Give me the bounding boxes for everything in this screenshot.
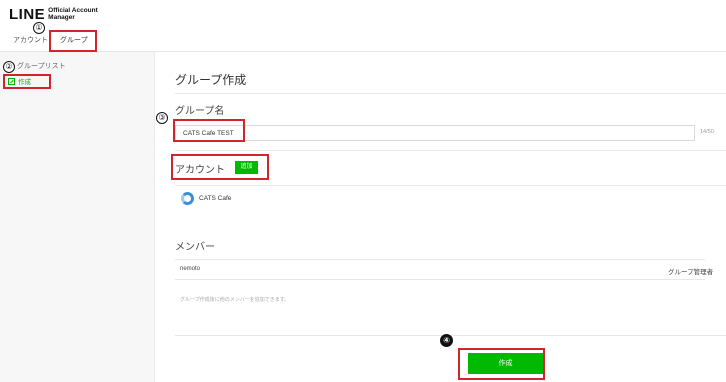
annotation-number-2: ② bbox=[3, 61, 15, 73]
member-hint: グループ作成後に他のメンバーを追加できます。 bbox=[180, 297, 290, 303]
top-header: LINE Official Account Manager アカウント グループ bbox=[0, 0, 726, 52]
divider bbox=[175, 185, 726, 186]
tab-account[interactable]: アカウント bbox=[13, 35, 48, 45]
sidebar: グループリスト 作成 bbox=[0, 52, 155, 382]
annotation-number-3: ③ bbox=[156, 112, 168, 124]
header-tabs: アカウント グループ bbox=[0, 33, 200, 52]
add-account-button[interactable]: 追加 bbox=[235, 161, 258, 174]
account-name: CATS Cafe bbox=[199, 195, 232, 202]
account-item: CATS Cafe bbox=[181, 192, 231, 205]
group-name-counter: 14/50 bbox=[700, 129, 714, 135]
line-oam-logo[interactable]: LINE Official Account Manager bbox=[9, 5, 98, 23]
main-content: グループ作成 グループ名 14/50 アカウント 追加 CATS Cafe メン… bbox=[156, 52, 726, 382]
logo-subtitle-line2: Manager bbox=[48, 14, 75, 21]
sidebar-title: グループリスト bbox=[17, 63, 66, 70]
divider bbox=[175, 259, 705, 260]
logo-subtitle: Official Account Manager bbox=[48, 7, 98, 21]
group-name-input[interactable] bbox=[175, 125, 695, 141]
app-root: LINE Official Account Manager アカウント グループ… bbox=[0, 0, 726, 382]
member-role: グループ管理者 bbox=[668, 269, 714, 276]
sidebar-item-create[interactable]: 作成 bbox=[8, 76, 31, 86]
member-label: メンバー bbox=[175, 242, 215, 253]
sidebar-item-label: 作成 bbox=[18, 79, 31, 86]
group-name-label: グループ名 bbox=[175, 106, 225, 117]
annotation-number-1: ① bbox=[33, 22, 45, 34]
account-label: アカウント bbox=[175, 165, 225, 176]
account-avatar bbox=[181, 192, 194, 205]
divider bbox=[175, 279, 705, 280]
logo-subtitle-line1: Official Account bbox=[48, 7, 98, 14]
edit-icon bbox=[8, 77, 15, 85]
page-title: グループ作成 bbox=[175, 73, 247, 87]
member-name: nemoto bbox=[180, 266, 201, 272]
divider bbox=[175, 93, 726, 94]
tab-group[interactable]: グループ bbox=[60, 35, 88, 45]
logo-wordmark: LINE bbox=[9, 5, 46, 23]
create-group-button[interactable]: 作成 bbox=[468, 353, 543, 374]
divider bbox=[175, 150, 726, 151]
annotation-number-4: ④ bbox=[440, 334, 453, 347]
